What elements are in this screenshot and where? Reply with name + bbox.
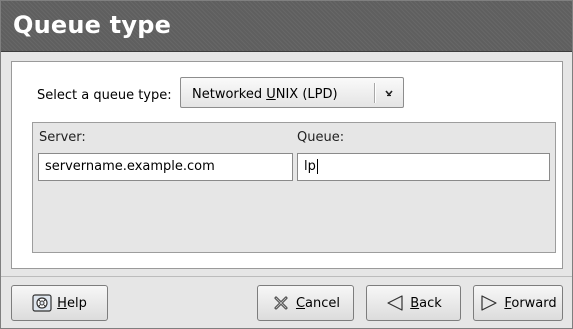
cancel-mnemonic: C: [295, 295, 306, 311]
forward-button[interactable]: Forward: [473, 285, 563, 321]
dropdown-separator: [374, 83, 376, 103]
server-input[interactable]: servername.example.com: [38, 153, 293, 181]
button-divider: [1, 276, 572, 277]
dialog-window: Queue type Select a queue type: Networke…: [0, 0, 573, 329]
queue-type-selected: Networked UNIX (LPD): [192, 87, 338, 102]
help-label: Help: [57, 296, 87, 311]
arrow-right-icon: [479, 294, 499, 312]
cancel-label: Cancel: [296, 296, 340, 311]
page-title: Queue type: [13, 11, 172, 39]
close-icon: [271, 294, 291, 312]
back-mnemonic: B: [410, 295, 420, 311]
queue-type-selected-suffix: NIX (LPD): [275, 87, 338, 102]
cancel-label-rest: ancel: [305, 295, 341, 311]
help-label-rest: elp: [66, 295, 87, 311]
cancel-button[interactable]: Cancel: [257, 285, 354, 321]
queue-type-dropdown[interactable]: Networked UNIX (LPD): [180, 77, 404, 108]
server-input-value: servername.example.com: [45, 159, 215, 174]
page-header: Queue type: [1, 1, 572, 52]
queue-type-mnemonic: U: [266, 87, 276, 102]
queue-type-label: Select a queue type:: [37, 88, 172, 103]
server-label: Server:: [39, 130, 86, 145]
back-label: Back: [410, 296, 442, 311]
server-queue-group: Server: servername.example.com Queue: lp: [32, 122, 556, 253]
queue-input[interactable]: lp: [297, 153, 550, 181]
back-label-rest: ack: [419, 295, 442, 311]
forward-label: Forward: [504, 296, 556, 311]
text-cursor: [316, 159, 318, 174]
queue-type-selected-prefix: Networked: [192, 87, 267, 102]
help-button[interactable]: Help: [11, 285, 108, 321]
back-button[interactable]: Back: [366, 285, 461, 321]
queue-label: Queue:: [297, 130, 345, 145]
queue-input-value: lp: [304, 159, 316, 174]
content-panel: Select a queue type: Networked UNIX (LPD…: [11, 61, 563, 269]
forward-label-rest: orward: [511, 295, 557, 311]
help-mnemonic: H: [57, 295, 67, 311]
chevron-down-icon[interactable]: [383, 87, 395, 99]
help-icon: [32, 294, 52, 312]
arrow-left-icon: [385, 294, 405, 312]
